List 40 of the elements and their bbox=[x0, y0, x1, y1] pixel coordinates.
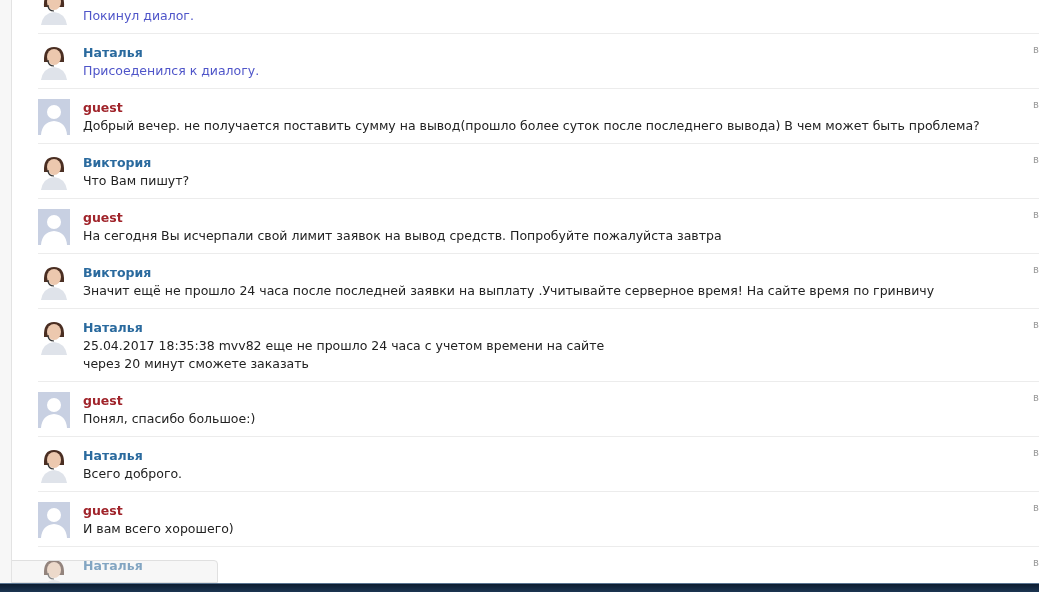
message-text: На сегодня Вы исчерпали свой лимит заявок на вывод средств. Попробуйте пожалуйста завтра bbox=[83, 227, 722, 245]
message-time: в bbox=[1033, 557, 1039, 568]
message-text: Добрый вечер. не получается поставить сумму на вывод(прошло более суток после последнего вывода) В чем может быть проблема? bbox=[83, 117, 980, 135]
operator-avatar-icon bbox=[38, 447, 70, 483]
author-name: guest bbox=[83, 209, 123, 227]
message-text: Присоеденился к диалогу. bbox=[83, 62, 260, 80]
message-time: в bbox=[1033, 447, 1039, 458]
message-time: в bbox=[1033, 319, 1039, 330]
author-name: Наталья bbox=[83, 557, 143, 575]
author-name: Виктория bbox=[83, 264, 152, 282]
message-time: в bbox=[1033, 44, 1039, 55]
guest-avatar-icon bbox=[38, 392, 70, 428]
author-name: guest bbox=[83, 502, 123, 520]
message-time: в bbox=[1033, 392, 1039, 403]
message-text: Что Вам пишут? bbox=[83, 172, 190, 190]
message-time: в bbox=[1033, 209, 1039, 220]
operator-avatar-icon bbox=[38, 44, 70, 80]
message-time: в bbox=[1033, 154, 1039, 165]
message-time: в bbox=[1033, 502, 1039, 513]
author-name: guest bbox=[83, 392, 123, 410]
author-name: Наталья bbox=[83, 319, 143, 337]
message-text: Значит ещё не прошло 24 часа после последней заявки на выплату .Учитывайте серверное время! На сайте время по гринвичу bbox=[83, 282, 935, 300]
guest-avatar-icon bbox=[38, 502, 70, 538]
operator-avatar-icon bbox=[38, 319, 70, 355]
message-text: Всего доброго. bbox=[83, 465, 183, 483]
author-name: Наталья bbox=[83, 447, 143, 465]
message-text: Понял, спасибо большое:) bbox=[83, 410, 256, 428]
message-time: в bbox=[1033, 264, 1039, 275]
operator-avatar-icon bbox=[38, 154, 70, 190]
author-name: guest bbox=[83, 99, 123, 117]
message-text: Покинул диалог. bbox=[83, 7, 194, 25]
guest-avatar-icon bbox=[38, 209, 70, 245]
author-name: Виктория bbox=[83, 154, 152, 172]
message-text: И вам всего хорошего) bbox=[83, 520, 234, 538]
guest-avatar-icon bbox=[38, 99, 70, 135]
author-name: Наталья bbox=[83, 44, 143, 62]
message-text: через 20 минут сможете заказать bbox=[83, 355, 309, 373]
message-text: 25.04.2017 18:35:38 mvv82 еще не прошло 24 часа с учетом времени на сайте bbox=[83, 337, 605, 355]
message-time: в bbox=[1033, 99, 1039, 110]
operator-avatar-icon bbox=[38, 264, 70, 300]
